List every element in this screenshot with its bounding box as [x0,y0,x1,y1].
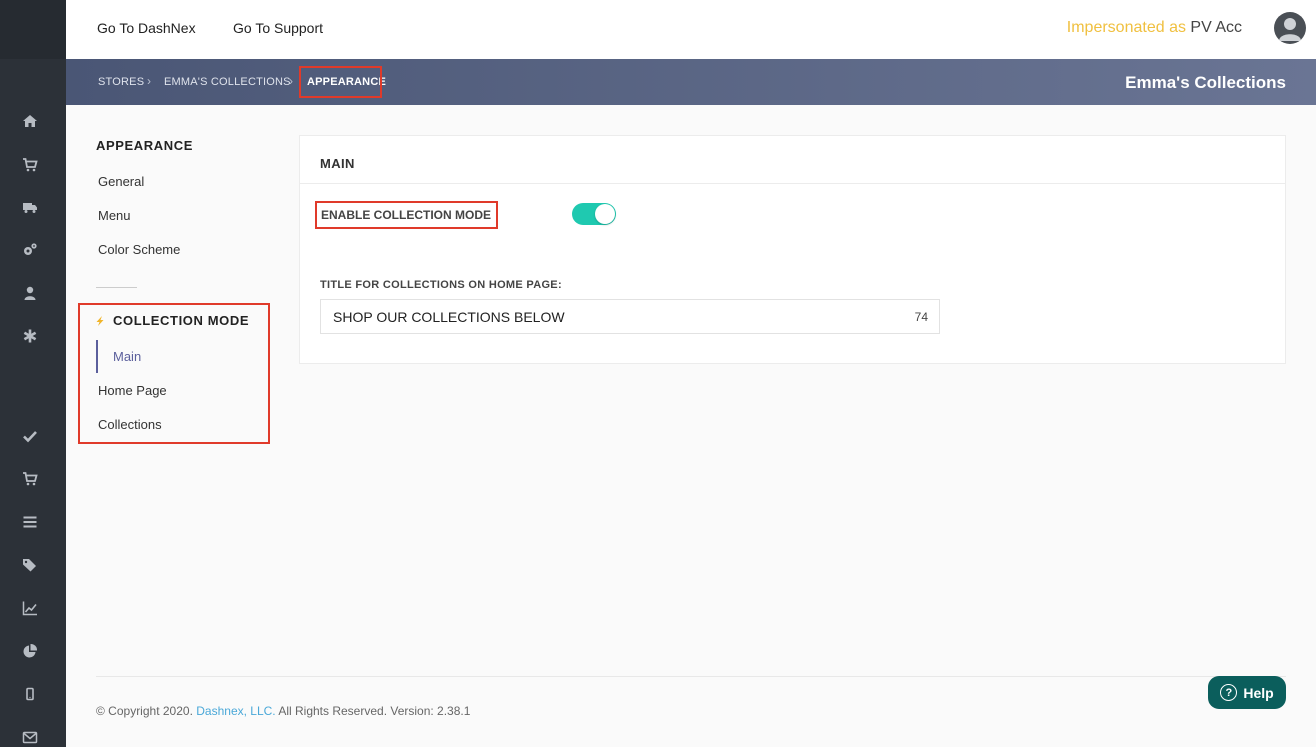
lightning-icon [96,316,104,326]
go-to-dashnex-link[interactable]: Go To DashNex [97,20,196,36]
nav-item-main[interactable]: Main [113,349,141,364]
enable-collection-mode-label: ENABLE COLLECTION MODE [315,201,498,229]
appearance-heading: APPEARANCE [96,138,194,153]
collection-mode-heading: COLLECTION MODE [113,313,250,328]
highlight-box [299,66,382,98]
line-chart-icon[interactable] [20,598,40,618]
cart-icon[interactable] [20,155,40,175]
asterisk-icon[interactable] [20,326,40,346]
gears-icon[interactable] [20,240,40,260]
avatar[interactable] [1274,12,1306,44]
title-for-collections-field: 74 [320,299,940,334]
nav-item-menu[interactable]: Menu [98,208,131,223]
footer-divider [96,676,1286,677]
user-icon[interactable] [20,283,40,303]
nav-item-collections[interactable]: Collections [98,417,162,432]
footer: © Copyright 2020. Dashnex, LLC. All Righ… [96,704,470,718]
tags-icon[interactable] [20,555,40,575]
enable-collection-mode-toggle[interactable] [572,203,616,225]
breadcrumb-emmas-collections[interactable]: EMMA'S COLLECTIONS [164,76,291,88]
envelope-icon[interactable] [20,727,40,747]
go-to-support-link[interactable]: Go To Support [233,20,323,36]
title-for-collections-input[interactable] [321,300,881,333]
nav-item-home-page[interactable]: Home Page [98,383,167,398]
main-settings-card: MAIN ENABLE COLLECTION MODE TITLE FOR CO… [299,135,1286,364]
toggle-knob [595,204,615,224]
top-bar: Go To DashNex Go To Support Impersonated… [66,0,1316,59]
help-button[interactable]: ? Help [1208,676,1286,709]
impersonated-name: PV Acc [1190,19,1242,36]
card-divider [300,183,1285,184]
question-icon: ? [1220,684,1238,701]
pie-chart-icon[interactable] [20,641,40,661]
cart-icon[interactable] [20,469,40,489]
impersonation-status: Impersonated as PV Acc [1067,19,1242,37]
breadcrumb-stores[interactable]: STORES [98,76,144,88]
nav-item-color-scheme[interactable]: Color Scheme [98,242,180,257]
home-icon[interactable] [20,111,40,131]
breadcrumb: STORES › EMMA'S COLLECTIONS › APPEARANCE… [66,59,1316,105]
nav-item-general[interactable]: General [98,174,144,189]
nav-divider [96,287,137,288]
sidebar-brand [0,0,66,59]
character-count: 74 [914,310,928,324]
list-icon[interactable] [20,512,40,532]
truck-icon[interactable] [20,197,40,217]
help-label: Help [1243,684,1274,701]
store-title: Emma's Collections [1125,73,1286,92]
dashnex-link[interactable]: Dashnex, LLC. [196,704,275,718]
copyright-text: © Copyright 2020. [96,704,193,718]
breadcrumb-separator: › [289,74,293,88]
mobile-icon[interactable] [20,684,40,704]
breadcrumb-separator: › [147,74,151,88]
user-avatar-icon [1279,18,1301,41]
rights-text: All Rights Reserved. Version: 2.38.1 [278,704,471,718]
impersonated-label: Impersonated as [1066,19,1186,36]
active-indicator [96,340,98,373]
title-for-collections-label: TITLE FOR COLLECTIONS ON HOME PAGE: [320,279,562,291]
icon-sidebar [0,0,66,747]
section-title: MAIN [320,156,355,171]
check-icon[interactable] [20,426,40,446]
